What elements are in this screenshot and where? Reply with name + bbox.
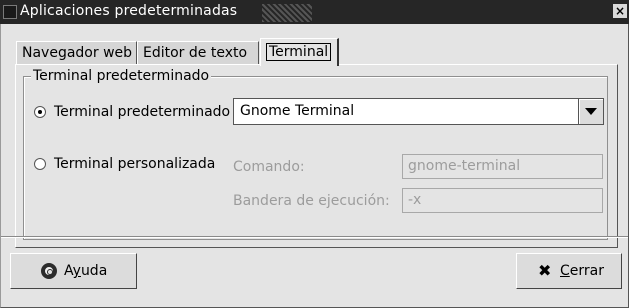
- frame-legend: Terminal predeterminado: [31, 67, 212, 85]
- radio-selected-dot: [38, 110, 42, 114]
- terminal-select[interactable]: Gnome Terminal: [233, 98, 604, 125]
- lifebuoy-icon: [41, 263, 57, 279]
- window-menu-icon[interactable]: [3, 5, 17, 19]
- window-titlebar[interactable]: Aplicaciones predeterminadas ×: [0, 0, 629, 24]
- tab-web-browser[interactable]: Navegador web: [16, 41, 137, 64]
- chevron-down-icon: [585, 108, 597, 115]
- close-button-label: Cerrar: [560, 263, 604, 279]
- radio-custom-terminal[interactable]: [34, 158, 46, 170]
- help-button-label: Ayuda: [64, 263, 108, 279]
- terminal-select-value: Gnome Terminal: [240, 103, 355, 119]
- default-terminal-frame: Terminal predeterminado Terminal predete…: [23, 67, 608, 240]
- dialog-body: Navegador web Editor de texto Terminal T…: [0, 24, 629, 308]
- help-button[interactable]: Ayuda: [10, 253, 137, 289]
- close-x-icon: ✖: [538, 261, 552, 280]
- tab-label: Terminal: [266, 43, 332, 61]
- exec-flag-input[interactable]: -x: [402, 188, 603, 213]
- tab-label: Navegador web: [22, 45, 133, 61]
- custom-terminal-label[interactable]: Terminal personalizada: [54, 155, 215, 173]
- close-button[interactable]: ✖ Cerrar: [516, 253, 622, 289]
- tab-panel-terminal: Terminal predeterminado Terminal predete…: [15, 64, 618, 248]
- command-input[interactable]: gnome-terminal: [402, 154, 603, 179]
- tab-label: Editor de texto: [143, 45, 248, 61]
- window-title: Aplicaciones predeterminadas: [20, 3, 238, 19]
- button-separator: [1, 236, 628, 238]
- tab-text-editor[interactable]: Editor de texto: [137, 41, 259, 64]
- titlebar-decoration: [262, 4, 312, 22]
- tab-terminal[interactable]: Terminal: [260, 38, 339, 66]
- command-label: Comando:: [233, 159, 305, 175]
- exec-flag-label: Bandera de ejecución:: [233, 193, 390, 209]
- terminal-select-toggle[interactable]: [578, 99, 603, 124]
- window-close-button[interactable]: ×: [613, 4, 627, 18]
- default-terminal-label[interactable]: Terminal predeterminado: [54, 103, 230, 121]
- radio-default-terminal[interactable]: [34, 106, 46, 118]
